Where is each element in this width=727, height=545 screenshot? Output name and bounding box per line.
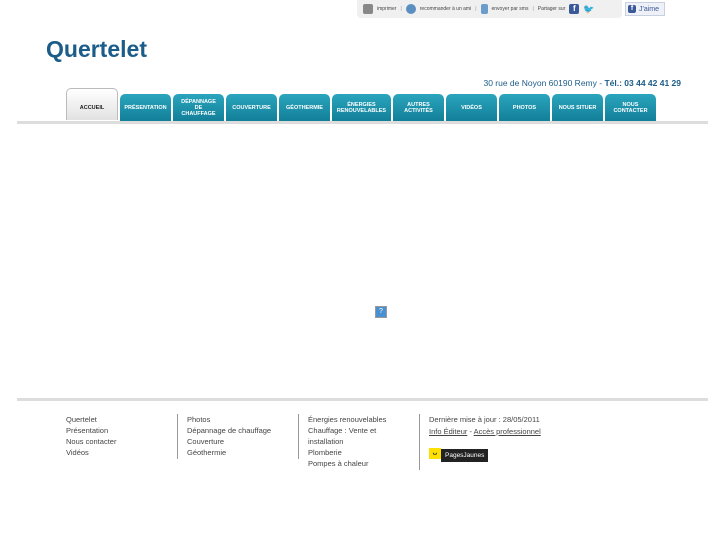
recommend-icon[interactable] <box>405 4 416 14</box>
like-button[interactable]: f J'aime <box>625 2 665 16</box>
tab-nous-situer[interactable]: NOUS SITUER <box>552 94 603 121</box>
tab-couverture[interactable]: COUVERTURE <box>226 94 277 121</box>
twitter-icon[interactable]: 🐦 <box>583 4 594 15</box>
acces-pro-link[interactable]: Accès professionnel <box>474 427 541 436</box>
tab-geothermie[interactable]: GÉOTHERMIE <box>279 94 330 121</box>
share-bar: imprimer | recommander à un ami | envoyer … <box>357 0 622 18</box>
nav-divider <box>17 121 708 124</box>
phone: Tél.: 03 44 42 41 29 <box>604 78 681 88</box>
footer-link[interactable]: Dépannage de chauffage <box>187 425 292 436</box>
contact-info: 30 rue de Noyon 60190 Remy - Tél.: 03 44… <box>483 78 681 88</box>
footer-link[interactable]: Photos <box>187 414 292 425</box>
tab-accueil[interactable]: ACCUEIL <box>66 88 118 120</box>
footer-link[interactable]: Nous contacter <box>66 436 171 447</box>
footer-link[interactable]: Énergies renouvelables <box>308 414 393 425</box>
tab-depannage[interactable]: DÉPANNAGE DE CHAUFFAGE <box>173 94 224 121</box>
footer-col-4: Dernière mise à jour : 28/05/2011 Info É… <box>429 414 579 462</box>
footer-col-1: Quertelet Présentation Nous contacter Vi… <box>66 414 171 458</box>
tab-presentation[interactable]: PRÉSENTATION <box>120 94 171 121</box>
last-updated: Dernière mise à jour : 28/05/2011 <box>429 415 540 424</box>
footer-col-3: Énergies renouvelables Chauffage : Vente… <box>308 414 393 469</box>
info-editeur-link[interactable]: Info Éditeur <box>429 427 467 436</box>
footer-link[interactable]: Couverture <box>187 436 292 447</box>
print-link[interactable]: imprimer <box>377 6 396 12</box>
footer-divider <box>17 398 708 401</box>
footer-link[interactable]: Plomberie <box>308 447 393 458</box>
footer-link[interactable]: Géothermie <box>187 447 292 458</box>
footer-link[interactable]: Pompes à chaleur <box>308 458 393 469</box>
facebook-icon[interactable]: f <box>569 4 580 14</box>
address: 30 rue de Noyon 60190 Remy <box>483 78 597 88</box>
broken-plugin-icon[interactable]: ? <box>375 306 387 318</box>
main-nav: ACCUEIL PRÉSENTATION DÉPANNAGE DE CHAUFF… <box>66 88 656 121</box>
phone-icon[interactable] <box>480 4 488 14</box>
tab-photos[interactable]: PHOTOS <box>499 94 550 121</box>
sms-link[interactable]: envoyer par sms <box>492 6 529 12</box>
tab-contact[interactable]: NOUS CONTACTER <box>605 94 656 121</box>
footer-link[interactable]: Présentation <box>66 425 171 436</box>
smiley-icon: ᴗ <box>429 448 441 459</box>
tab-autres[interactable]: AUTRES ACTIVITÉS <box>393 94 444 121</box>
share-label: Partager sur <box>537 6 566 12</box>
facebook-icon: f <box>628 5 636 13</box>
pagesjaunes-label: PagesJaunes <box>441 449 489 462</box>
footer-col-2: Photos Dépannage de chauffage Couverture… <box>187 414 292 458</box>
tab-energies[interactable]: ÉNERGIES RENOUVELABLES <box>332 94 391 121</box>
pagesjaunes-logo[interactable]: ᴗ PagesJaunes <box>429 445 489 462</box>
footer-link[interactable]: Vidéos <box>66 447 171 458</box>
recommend-link[interactable]: recommander à un ami <box>420 6 471 12</box>
tab-videos[interactable]: VIDÉOS <box>446 94 497 121</box>
footer-separator <box>298 414 299 459</box>
footer-separator <box>177 414 178 459</box>
footer-link[interactable]: Quertelet <box>66 414 171 425</box>
site-logo[interactable]: Quertelet <box>46 36 147 63</box>
footer-link[interactable]: Chauffage : Vente et installation <box>308 425 393 447</box>
like-label: J'aime <box>639 5 660 13</box>
footer-separator <box>419 414 420 470</box>
printer-icon[interactable] <box>363 4 373 14</box>
